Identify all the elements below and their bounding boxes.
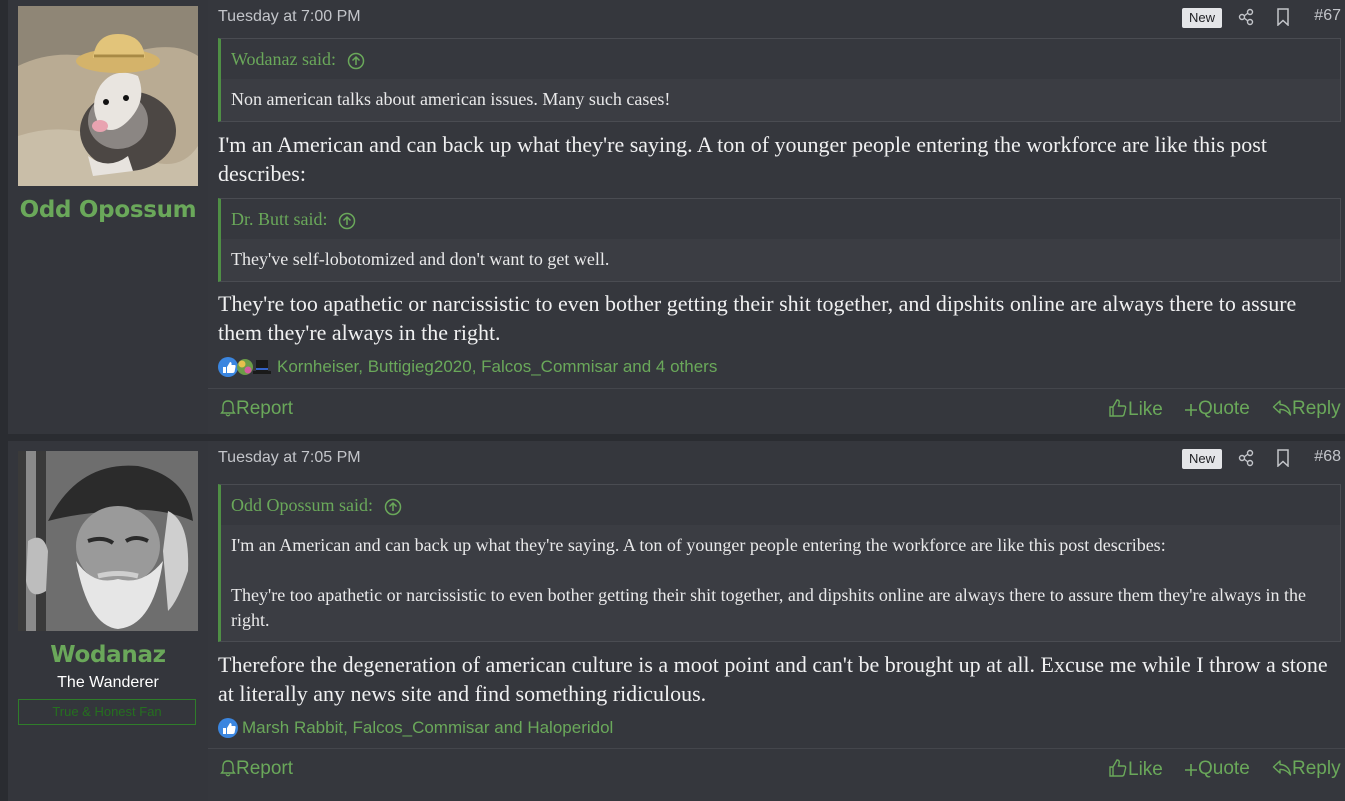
quote-header[interactable]: Odd Opossum said:: [221, 485, 1340, 525]
like-button[interactable]: Like: [1108, 758, 1163, 781]
like-button[interactable]: Like: [1108, 398, 1163, 421]
share-icon[interactable]: [1237, 8, 1255, 26]
quote-label: Quote: [1198, 398, 1250, 419]
quote-author[interactable]: Odd Opossum said:: [231, 495, 373, 515]
user-panel: Odd Opossum: [8, 0, 208, 434]
username[interactable]: Wodanaz: [8, 642, 208, 668]
quote-block: Wodanaz said: Non american talks about a…: [218, 38, 1341, 122]
quote-text: I'm an American and can back up what the…: [221, 525, 1340, 633]
reaction-users[interactable]: Kornheiser, Buttigieg2020, Falcos_Commis…: [277, 357, 717, 377]
reply-button[interactable]: Reply: [1272, 398, 1341, 420]
post-actions: Report Like Quote Reply: [208, 388, 1345, 435]
arrow-up-circle-icon[interactable]: [384, 498, 402, 516]
quote-button[interactable]: Quote: [1184, 758, 1250, 780]
bookmark-icon[interactable]: [1275, 449, 1291, 467]
quote-author[interactable]: Wodanaz said:: [231, 49, 336, 69]
thumbs-up-icon: [1109, 759, 1127, 777]
message-column: Tuesday at 7:00 PM New #67 Wodanaz said:: [208, 0, 1345, 434]
new-badge: New: [1182, 8, 1222, 28]
post-timestamp[interactable]: Tuesday at 7:00 PM: [218, 8, 361, 26]
report-button[interactable]: Report: [220, 758, 293, 780]
username[interactable]: Odd Opossum: [8, 197, 208, 223]
reply-label: Reply: [1292, 398, 1341, 419]
quote-text: They've self-lobotomized and don't want …: [231, 249, 610, 269]
thumbs-up-reaction-icon: [218, 718, 238, 738]
quote-button[interactable]: Quote: [1184, 398, 1250, 420]
bell-icon: [220, 400, 236, 417]
thumbs-up-icon: [1109, 399, 1127, 417]
report-label: Report: [236, 398, 294, 419]
post-68: Wodanaz The Wanderer True & Honest Fan T…: [8, 441, 1345, 801]
new-badge: New: [1182, 449, 1222, 469]
quote-author[interactable]: Dr. Butt said:: [231, 209, 328, 229]
user-title: The Wanderer: [57, 674, 159, 691]
reply-icon: [1272, 400, 1292, 416]
reaction-users[interactable]: Marsh Rabbit, Falcos_Commisar and Halope…: [242, 718, 613, 738]
plus-icon: [1185, 404, 1197, 416]
bookmark-icon[interactable]: [1275, 8, 1291, 26]
share-icon[interactable]: [1237, 449, 1255, 467]
user-banner: True & Honest Fan: [18, 699, 196, 725]
quote-text: Non american talks about american issues…: [231, 89, 671, 109]
plus-icon: [1185, 764, 1197, 776]
arrow-up-circle-icon[interactable]: [338, 212, 356, 230]
arrow-up-circle-icon[interactable]: [347, 52, 365, 70]
reply-button[interactable]: Reply: [1272, 758, 1341, 780]
avatar-odd-opossum[interactable]: [18, 6, 198, 186]
quote-header[interactable]: Wodanaz said:: [221, 39, 1340, 79]
report-label: Report: [236, 758, 294, 779]
user-panel: Wodanaz The Wanderer True & Honest Fan: [8, 441, 208, 801]
quote-header[interactable]: Dr. Butt said:: [221, 199, 1340, 239]
report-button[interactable]: Report: [220, 398, 293, 420]
post-number[interactable]: #68: [1314, 448, 1341, 466]
avatar-wodanaz[interactable]: [18, 451, 198, 631]
reply-icon: [1272, 760, 1292, 776]
post-67: Odd Opossum Tuesday at 7:00 PM New #67 W…: [8, 0, 1345, 434]
reaction-icons: [218, 357, 271, 377]
message-column: Tuesday at 7:05 PM New #68 Odd Opossum s…: [208, 441, 1345, 801]
post-paragraph: I'm an American and can back up what the…: [218, 132, 1267, 186]
quote-paragraph: I'm an American and can back up what the…: [231, 535, 1166, 555]
post-number[interactable]: #67: [1314, 7, 1341, 25]
reply-label: Reply: [1292, 758, 1341, 779]
quote-paragraph: They're too apathetic or narcissistic to…: [231, 585, 1306, 630]
post-actions: Report Like Quote Reply: [208, 748, 1345, 795]
post-paragraph: They're too apathetic or narcissistic to…: [218, 291, 1297, 345]
quote-block: Odd Opossum said: I'm an American and ca…: [218, 484, 1341, 642]
quote-block: Dr. Butt said: They've self-lobotomized …: [218, 198, 1341, 282]
post-timestamp[interactable]: Tuesday at 7:05 PM: [218, 449, 361, 467]
bell-icon: [220, 760, 236, 777]
like-label: Like: [1128, 399, 1163, 420]
post-paragraph: Therefore the degeneration of american c…: [218, 652, 1328, 706]
quote-label: Quote: [1198, 758, 1250, 779]
like-label: Like: [1128, 759, 1163, 780]
